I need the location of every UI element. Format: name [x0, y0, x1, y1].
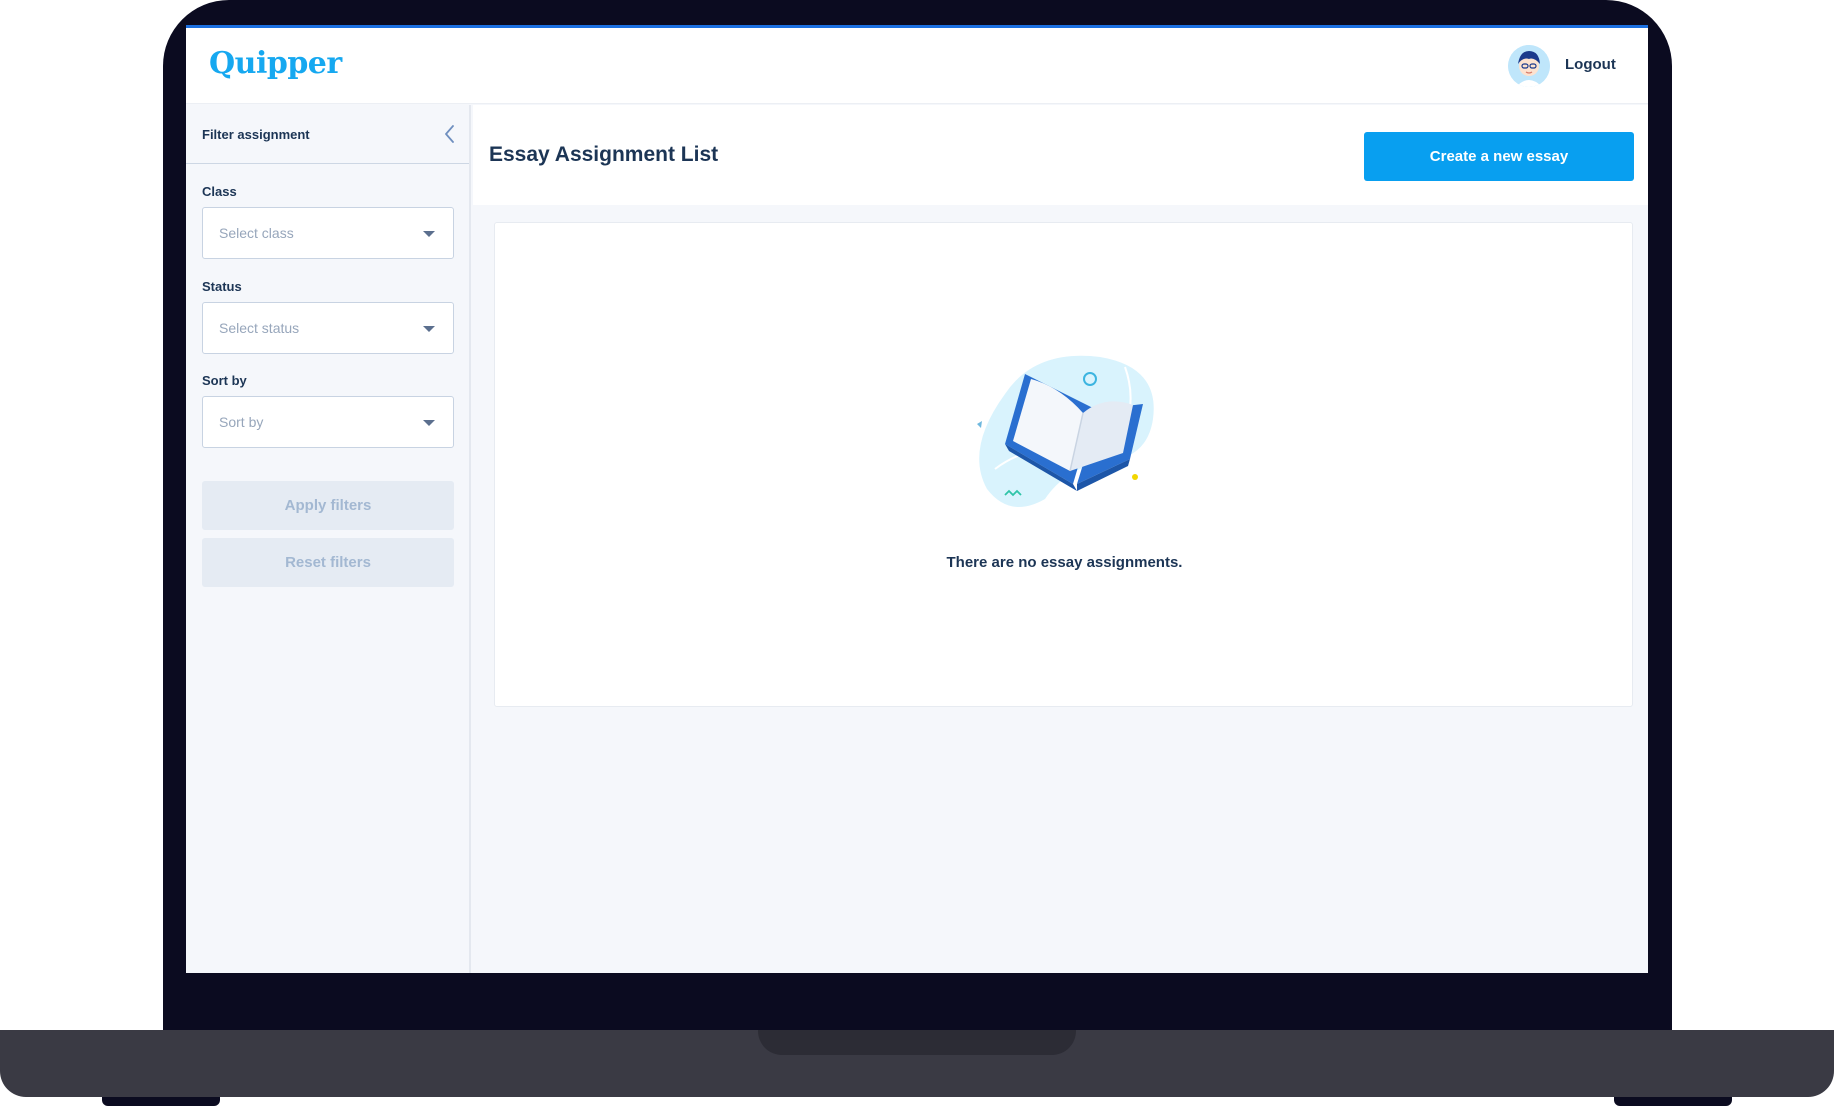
sort-label: Sort by: [202, 373, 247, 388]
main-header: Essay Assignment List Create a new essay: [473, 105, 1648, 205]
user-avatar[interactable]: [1508, 45, 1550, 87]
status-label: Status: [202, 279, 242, 294]
caret-down-icon: [423, 420, 435, 426]
laptop-foot-right: [1614, 1097, 1732, 1106]
chevron-left-icon[interactable]: [442, 123, 458, 145]
empty-state-message: There are no essay assignments.: [946, 554, 1183, 571]
logout-link[interactable]: Logout: [1565, 56, 1616, 73]
class-select[interactable]: Select class: [202, 207, 454, 259]
sort-select[interactable]: Sort by: [202, 396, 454, 448]
sort-select-placeholder: Sort by: [219, 414, 264, 430]
laptop-foot-left: [102, 1097, 220, 1106]
caret-down-icon: [423, 231, 435, 237]
status-select[interactable]: Select status: [202, 302, 454, 354]
caret-down-icon: [423, 326, 435, 332]
sidebar-title: Filter assignment: [202, 127, 310, 142]
laptop-notch: [758, 1030, 1076, 1055]
app-screen: Quipper Logout Filter assignment Class S…: [186, 25, 1648, 973]
reset-filters-button[interactable]: Reset filters: [202, 538, 454, 587]
class-select-placeholder: Select class: [219, 225, 294, 241]
open-book-icon: [977, 355, 1154, 507]
top-header: Quipper Logout: [186, 28, 1648, 104]
status-select-placeholder: Select status: [219, 320, 300, 336]
avatar-icon: [1508, 45, 1550, 87]
sidebar-header: Filter assignment: [186, 105, 469, 164]
class-label: Class: [202, 184, 237, 199]
filter-sidebar: Filter assignment Class Select class Sta…: [186, 105, 471, 973]
create-essay-button[interactable]: Create a new essay: [1364, 132, 1634, 181]
page-title: Essay Assignment List: [489, 143, 719, 166]
apply-filters-button[interactable]: Apply filters: [202, 481, 454, 530]
quipper-logo[interactable]: Quipper: [209, 46, 342, 81]
empty-state-card: There are no essay assignments.: [494, 222, 1633, 707]
